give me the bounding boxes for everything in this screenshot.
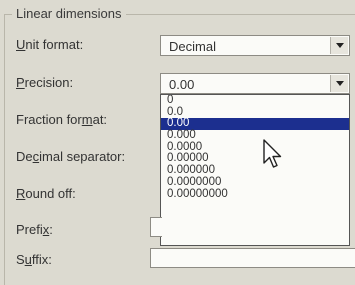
precision-option[interactable]: 0.0000000: [161, 176, 349, 189]
precision-dropdown[interactable]: 0.00: [160, 73, 350, 94]
decimal-separator-label-post: imal separator:: [39, 149, 126, 164]
precision-option[interactable]: 0.000: [161, 129, 349, 142]
precision-label-accel: P: [16, 75, 25, 90]
unit-format-value: Decimal: [169, 39, 216, 54]
precision-label-rest: recision:: [24, 75, 74, 90]
decimal-separator-label-pre: De: [16, 149, 33, 164]
chevron-down-icon: [335, 43, 344, 48]
precision-dropdown-button[interactable]: [330, 75, 348, 92]
chevron-down-icon: [335, 81, 344, 86]
precision-options-list[interactable]: 0 0.0 0.00 0.000 0.0000 0.00000 0.000000 0.0000…: [160, 94, 350, 246]
group-title: Linear dimensions: [12, 6, 126, 21]
suffix-label-accel: u: [24, 252, 32, 267]
unit-format-label-accel: U: [16, 37, 26, 52]
prefix-label-post: :: [49, 222, 53, 237]
precision-option[interactable]: 0.00000000: [161, 188, 349, 201]
unit-format-label-rest: nit format:: [25, 37, 84, 52]
prefix-label-pre: Prefi: [16, 222, 43, 237]
suffix-input[interactable]: [150, 248, 355, 268]
round-off-label: Round off:: [16, 186, 76, 201]
fraction-format-label-post: at:: [92, 112, 108, 127]
precision-option[interactable]: 0.0: [161, 106, 349, 119]
decimal-separator-label: Decimal separator:: [16, 149, 125, 164]
mouse-pointer-icon: [263, 139, 282, 168]
precision-value: 0.00: [169, 77, 195, 92]
suffix-label-post: ffix:: [31, 252, 52, 267]
precision-option[interactable]: 0: [161, 95, 349, 107]
unit-format-label: Unit format:: [16, 37, 83, 52]
precision-label: Precision:: [16, 75, 73, 90]
prefix-label: Prefix:: [16, 222, 53, 237]
fraction-format-label: Fraction format:: [16, 112, 107, 127]
suffix-label: Suffix:: [16, 252, 52, 267]
fraction-format-label-pre: Fraction for: [16, 112, 82, 127]
unit-format-dropdown-button[interactable]: [330, 37, 348, 54]
prefix-input[interactable]: [150, 217, 162, 237]
fraction-format-label-accel: m: [81, 112, 93, 127]
round-off-label-accel: R: [16, 186, 26, 201]
round-off-label-rest: ound off:: [25, 186, 76, 201]
unit-format-dropdown[interactable]: Decimal: [160, 35, 350, 56]
suffix-label-pre: S: [16, 252, 25, 267]
